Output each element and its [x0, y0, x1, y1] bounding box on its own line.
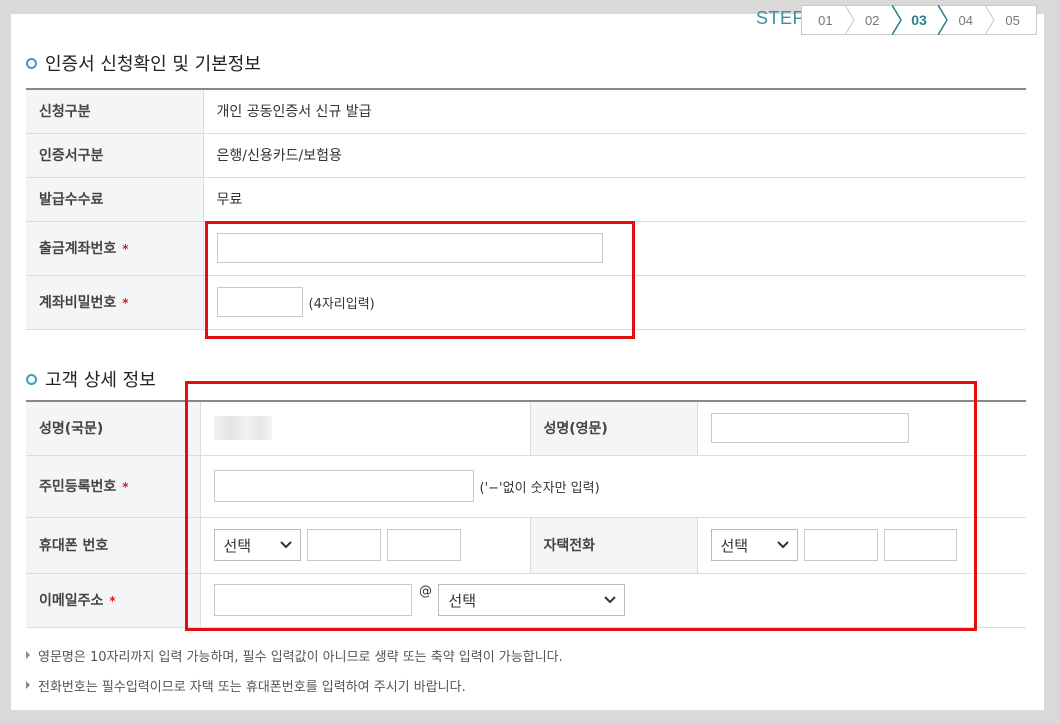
step-number: 01 [818, 12, 833, 28]
table-row: 인증서구분 은행/신용카드/보험용 [26, 133, 1026, 178]
required-mark: * [109, 594, 116, 608]
chevron-right-icon [985, 5, 995, 35]
account-label-cell: 출금계좌번호 * [26, 221, 204, 276]
section-title-basic-info: 인증서 신청확인 및 기본정보 [26, 50, 261, 76]
bullet-icon [26, 57, 37, 69]
section-title-text: 인증서 신청확인 및 기본정보 [45, 54, 261, 75]
required-mark: * [122, 296, 129, 310]
highlight-box-account [205, 221, 635, 339]
step-03-active: 03 [896, 5, 949, 35]
note-text: 전화번호는 필수입력이므로 자택 또는 휴대폰번호를 입력하여 주시기 바랍니다… [38, 679, 466, 695]
fee-label: 발급수수료 [26, 177, 204, 222]
cert-type-label: 인증서구분 [26, 133, 204, 178]
mobile-label: 휴대폰 번호 [26, 517, 201, 574]
step-04: 04 [942, 5, 995, 35]
apply-type-value: 개인 공동인증서 신규 발급 [203, 88, 1026, 134]
step-number: 03 [911, 12, 927, 28]
arrow-right-icon [26, 651, 30, 659]
required-mark: * [122, 242, 129, 256]
fee-value: 무료 [203, 177, 1026, 222]
email-label: 이메일주소 [39, 593, 104, 609]
account-label: 출금계좌번호 [39, 241, 117, 257]
table-row: 신청구분 개인 공동인증서 신규 발급 [26, 88, 1026, 134]
arrow-right-icon [26, 681, 30, 689]
password-label: 계좌비밀번호 [39, 295, 117, 311]
step-05: 05 [989, 6, 1036, 34]
section-title-text: 고객 상세 정보 [45, 370, 156, 391]
highlight-box-customer [185, 381, 977, 631]
rrn-label: 주민등록번호 [39, 479, 117, 495]
step-number: 02 [864, 12, 880, 28]
section-title-customer-detail: 고객 상세 정보 [26, 366, 156, 392]
note-item: 영문명은 10자리까지 입력 가능하며, 필수 입력값이 아니므로 생략 또는 … [26, 640, 563, 670]
page-panel: STEP 01 02 03 04 05 인증서 신청확인 및 기본정보 신청구분 [11, 5, 1044, 710]
apply-type-label: 신청구분 [26, 88, 204, 134]
step-label: STEP [756, 8, 806, 28]
name-kr-label: 성명(국문) [26, 400, 201, 456]
note-text: 영문명은 10자리까지 입력 가능하며, 필수 입력값이 아니므로 생략 또는 … [38, 649, 563, 665]
required-mark: * [122, 480, 129, 494]
email-label-cell: 이메일주소 * [26, 573, 201, 628]
chevron-right-icon [891, 5, 902, 35]
rrn-label-cell: 주민등록번호 * [26, 455, 201, 518]
note-item: 전화번호는 필수입력이므로 자택 또는 휴대폰번호를 입력하여 주시기 바랍니다… [26, 670, 563, 700]
step-01: 01 [802, 5, 855, 35]
chevron-right-icon [844, 5, 855, 35]
notes: 영문명은 10자리까지 입력 가능하며, 필수 입력값이 아니므로 생략 또는 … [26, 640, 563, 700]
step-02: 02 [849, 5, 902, 35]
step-number: 05 [1005, 12, 1020, 28]
cert-type-value: 은행/신용카드/보험용 [203, 133, 1026, 178]
table-row: 발급수수료 무료 [26, 177, 1026, 222]
step-indicator: 01 02 03 04 05 [801, 5, 1037, 35]
step-number: 04 [958, 12, 974, 28]
password-label-cell: 계좌비밀번호 * [26, 275, 204, 330]
bullet-icon [26, 373, 37, 385]
chevron-right-icon [938, 5, 949, 35]
